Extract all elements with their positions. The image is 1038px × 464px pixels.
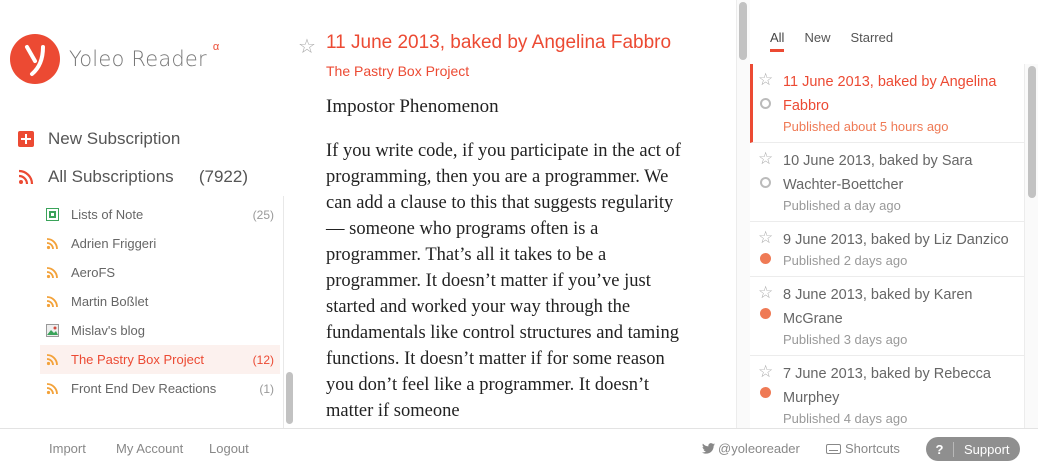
top-nav: New Subscription All Subscriptions (7922…	[18, 120, 248, 196]
keyboard-icon	[826, 443, 841, 454]
star-icon[interactable]: ☆	[758, 228, 773, 248]
list-item-published: Published about 5 hours ago	[783, 119, 949, 134]
feed-item-adrien-friggeri[interactable]: Adrien Friggeri	[40, 229, 280, 258]
feed-label: Front End Dev Reactions	[71, 381, 217, 396]
list-item-published: Published 4 days ago	[783, 411, 908, 426]
brand[interactable]: Yoleo Reader α	[10, 34, 219, 84]
rss-icon	[46, 266, 59, 279]
support-button[interactable]: ? Support	[926, 437, 1020, 461]
support-label: Support	[964, 441, 1010, 457]
list-item[interactable]: ☆ 9 June 2013, baked by Liz Danzico Publ…	[750, 222, 1024, 277]
footer: Import My Account Logout @yoleoreader Sh…	[0, 428, 1038, 464]
list-item-title: 9 June 2013, baked by Liz Danzico	[783, 232, 1009, 248]
unread-indicator-icon[interactable]	[760, 308, 771, 319]
feed-label: Mislav's blog	[71, 323, 146, 338]
article-body: If you write code, if you participate in…	[326, 141, 681, 421]
article-scroll-thumb[interactable]	[739, 2, 747, 60]
feed-count: (1)	[259, 381, 274, 396]
rss-icon	[18, 169, 34, 185]
twitter-link[interactable]: @yoleoreader	[702, 441, 800, 456]
feed-label: AeroFS	[71, 265, 116, 280]
article-heading: Impostor Phenomenon	[326, 96, 499, 117]
feed-item-martin-bosslet[interactable]: Martin Boßlet	[40, 287, 280, 316]
twitter-icon	[702, 443, 715, 454]
my-account-link[interactable]: My Account	[116, 441, 183, 456]
twitter-handle: @yoleoreader	[718, 441, 800, 456]
logout-link[interactable]: Logout	[209, 441, 249, 456]
star-icon[interactable]: ☆	[758, 149, 773, 169]
article-list-panel: All New Starred ☆ 11 June 2013, baked by…	[750, 0, 1038, 428]
article-pane: ☆ 11 June 2013, baked by Angelina Fabbro…	[296, 0, 736, 428]
star-icon[interactable]: ☆	[758, 362, 773, 382]
list-item[interactable]: ☆ 8 June 2013, baked by Karen McGrane Pu…	[750, 277, 1024, 356]
feed-label: Adrien Friggeri	[71, 236, 157, 251]
sidebar-scroll-thumb[interactable]	[286, 372, 293, 424]
star-icon[interactable]: ☆	[298, 34, 316, 59]
read-indicator-icon[interactable]	[760, 177, 771, 188]
new-subscription-button[interactable]: New Subscription	[18, 120, 248, 158]
tab-starred[interactable]: Starred	[850, 30, 893, 52]
rss-icon	[46, 237, 59, 250]
list-item-published: Published 2 days ago	[783, 253, 908, 268]
list-item-published: Published a day ago	[783, 198, 901, 213]
tab-new[interactable]: New	[804, 30, 830, 52]
sidebar: Yoleo Reader α New Subscription All Subs…	[0, 0, 295, 428]
feed-item-the-pastry-box-project[interactable]: The Pastry Box Project (12)	[40, 345, 280, 374]
list-item[interactable]: ☆ 11 June 2013, baked by Angelina Fabbro…	[750, 64, 1024, 143]
article-list: ☆ 11 June 2013, baked by Angelina Fabbro…	[750, 64, 1024, 428]
feed-item-mislavs-blog[interactable]: Mislav's blog	[40, 316, 280, 345]
list-item-title: 7 June 2013, baked by Rebecca Murphey	[783, 366, 991, 406]
read-indicator-icon[interactable]	[760, 98, 771, 109]
star-icon[interactable]: ☆	[758, 70, 773, 90]
tab-all[interactable]: All	[770, 30, 785, 52]
feed-item-front-end-dev-reactions[interactable]: Front End Dev Reactions (1)	[40, 374, 280, 403]
list-item-title: 11 June 2013, baked by Angelina Fabbro	[783, 74, 997, 114]
list-item-title: 8 June 2013, baked by Karen McGrane	[783, 287, 973, 327]
unread-indicator-icon[interactable]	[760, 253, 771, 264]
feed-label: Martin Boßlet	[71, 294, 149, 309]
list-item[interactable]: ☆ 7 June 2013, baked by Rebecca Murphey …	[750, 356, 1024, 428]
shortcuts-label: Shortcuts	[845, 441, 900, 456]
plus-icon	[18, 131, 34, 147]
yoleo-logo-icon	[10, 34, 60, 84]
feed-item-lists-of-note[interactable]: Lists of Note (25)	[40, 200, 280, 229]
feed-list: Lists of Note (25) Adrien Friggeri AeroF…	[40, 200, 280, 428]
image-icon	[46, 324, 59, 337]
feed-label: The Pastry Box Project	[71, 352, 204, 367]
alpha-badge: α	[212, 41, 220, 53]
rss-icon	[46, 382, 59, 395]
new-subscription-label: New Subscription	[48, 129, 181, 148]
shortcuts-link[interactable]: Shortcuts	[826, 441, 900, 456]
unread-indicator-icon[interactable]	[760, 387, 771, 398]
article-header: ☆ 11 June 2013, baked by Angelina Fabbro…	[298, 32, 671, 79]
article-source[interactable]: The Pastry Box Project	[326, 63, 671, 79]
list-item-published: Published 3 days ago	[783, 332, 908, 347]
star-icon[interactable]: ☆	[758, 283, 773, 303]
all-subscriptions-count: (7922)	[198, 167, 248, 186]
list-scroll-thumb[interactable]	[1028, 66, 1036, 198]
all-subscriptions-item[interactable]: All Subscriptions (7922)	[18, 158, 248, 196]
article-scrollbar[interactable]	[736, 0, 750, 428]
question-icon: ?	[926, 441, 954, 457]
grid-icon	[46, 208, 59, 221]
feed-label: Lists of Note	[71, 207, 144, 222]
import-link[interactable]: Import	[49, 441, 86, 456]
feed-item-aerofs[interactable]: AeroFS	[40, 258, 280, 287]
list-item-title: 10 June 2013, baked by Sara Wachter-Boet…	[783, 153, 973, 193]
article-title[interactable]: 11 June 2013, baked by Angelina Fabbro	[326, 32, 671, 54]
rss-icon	[46, 295, 59, 308]
feed-count: (12)	[252, 352, 274, 367]
rss-icon	[46, 353, 59, 366]
filter-tabs: All New Starred	[770, 30, 893, 52]
brand-name: Yoleo Reader	[69, 47, 207, 71]
list-item[interactable]: ☆ 10 June 2013, baked by Sara Wachter-Bo…	[750, 143, 1024, 222]
feed-count: (25)	[252, 207, 274, 222]
all-subscriptions-label: All Subscriptions	[48, 167, 174, 186]
